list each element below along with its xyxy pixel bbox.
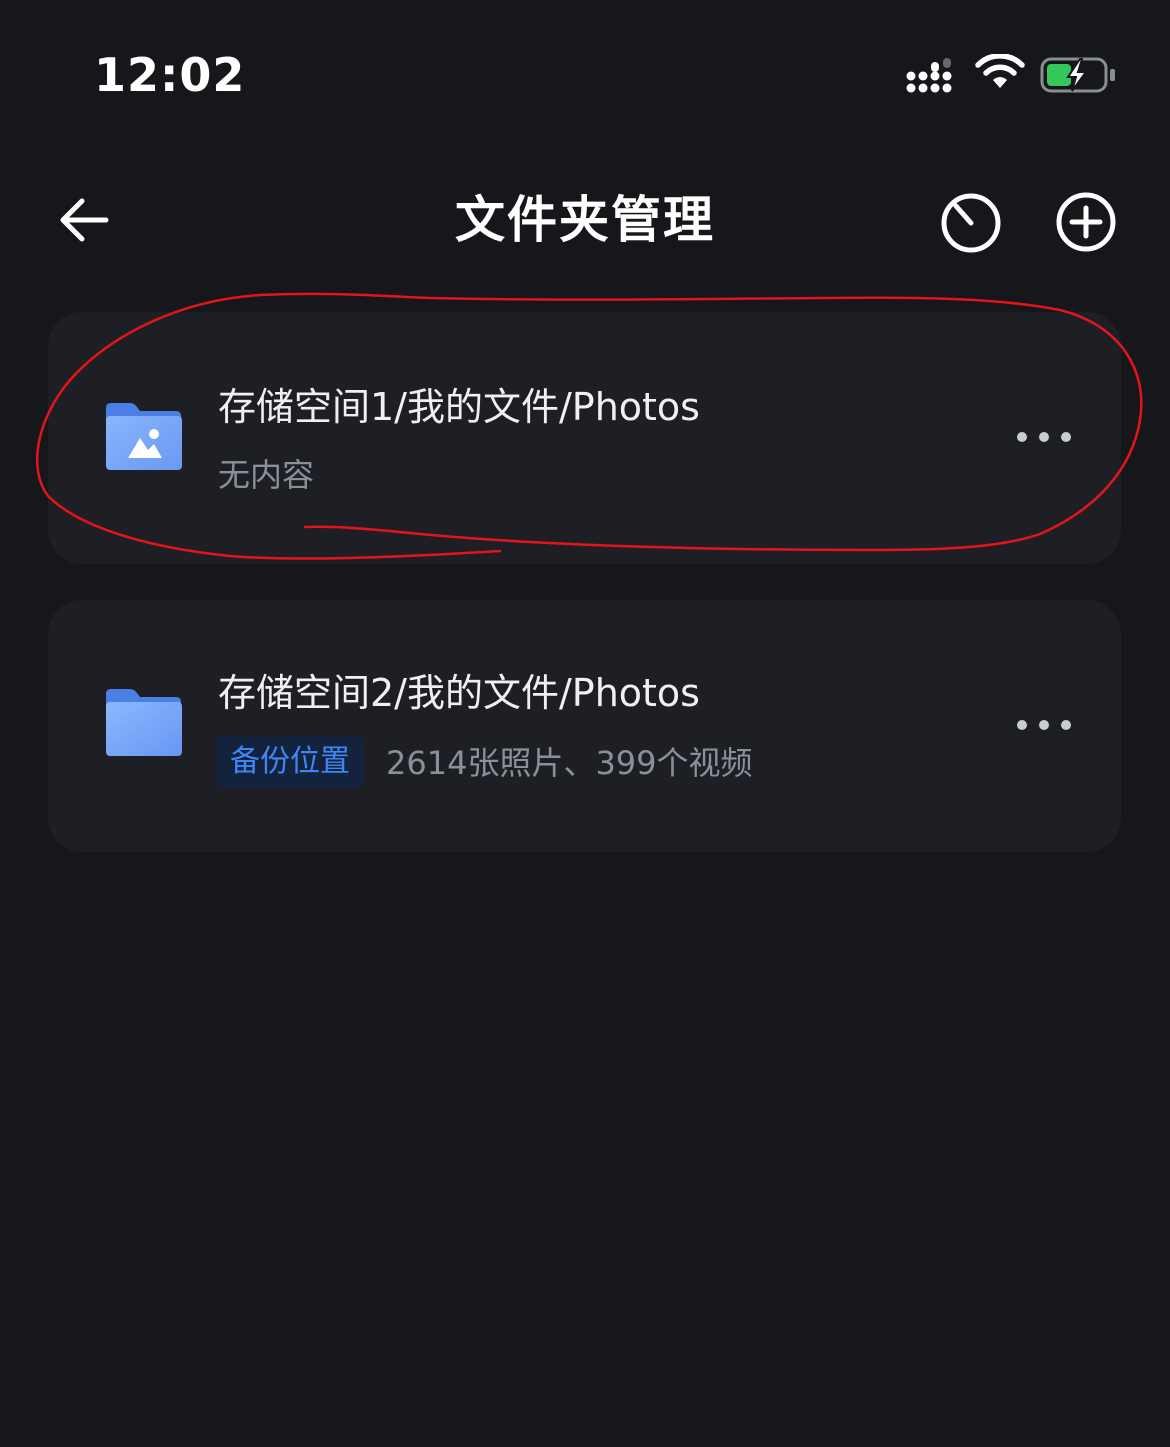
add-folder-button[interactable]: [1053, 189, 1119, 255]
back-button[interactable]: [56, 192, 112, 248]
page-title: 文件夹管理: [455, 191, 715, 249]
plus-circle-icon: [1056, 192, 1116, 252]
folder-content-summary: 2614张照片、399个视频: [386, 744, 753, 782]
more-options-button[interactable]: [1012, 422, 1076, 452]
folder-content-summary: 无内容: [218, 456, 315, 494]
arrow-left-icon: [60, 198, 109, 242]
folder-icon: [106, 689, 182, 756]
more-horizontal-icon: [1017, 720, 1071, 730]
folder-path: 存储空间1/我的文件/Photos: [218, 385, 700, 429]
cellular-signal-icon: [906, 58, 952, 93]
backup-location-badge: 备份位置: [216, 736, 364, 788]
battery-charging-icon: [1040, 57, 1115, 93]
more-options-button[interactable]: [1012, 710, 1076, 740]
more-horizontal-icon: [1017, 432, 1071, 442]
wifi-icon: [975, 54, 1025, 88]
status-time: 12:02: [94, 48, 246, 102]
photo-folder-icon: [106, 403, 182, 470]
folder-card[interactable]: 存储空间2/我的文件/Photos 备份位置 2614张照片、399个视频: [48, 600, 1121, 852]
timer-button[interactable]: [938, 189, 1004, 255]
folder-path: 存储空间2/我的文件/Photos: [218, 671, 700, 715]
timer-icon: [941, 193, 1001, 253]
folder-card[interactable]: 存储空间1/我的文件/Photos 无内容: [48, 312, 1121, 564]
